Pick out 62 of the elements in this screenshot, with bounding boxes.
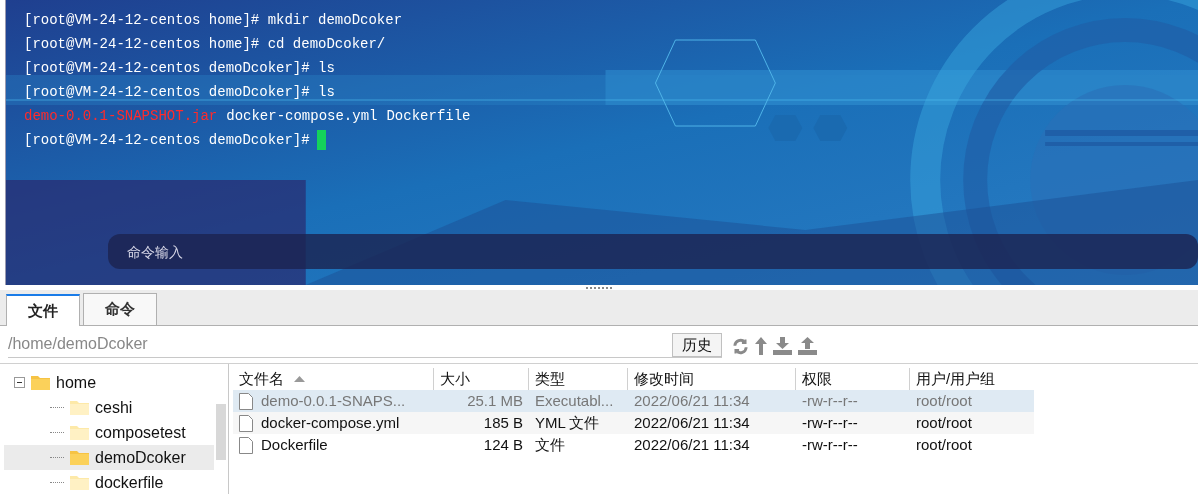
table-cell-text: -rw-r--r-- [802,412,858,433]
tab[interactable]: 命令 [83,293,157,325]
file-icon [239,414,253,432]
tree-item[interactable]: demoDcoker [4,445,214,470]
collapse-icon[interactable] [14,377,25,388]
scrollbar[interactable] [216,404,226,460]
table-cell-text: 124 B [483,434,523,455]
history-button[interactable]: 历史 [672,333,722,357]
table-cell-text: root/root [916,390,972,411]
splitter-handle[interactable] [586,286,612,289]
up-arrow-icon[interactable] [755,337,767,355]
table-cell-text: 2022/06/21 11:34 [634,434,750,455]
folder-icon [70,475,89,490]
terminal-text: [root@VM-24-12-centos home]# mkdir demoDcoker [24,10,403,30]
download-icon[interactable] [773,337,792,355]
table-cell-text: Dockerfile [261,434,328,455]
folder-icon [70,425,89,440]
sort-ascending-icon [294,376,305,382]
text-cursor [316,130,326,150]
upload-icon[interactable] [798,337,817,355]
table-cell-text: root/root [916,412,972,433]
column-header[interactable]: 修改时间 [634,367,694,391]
column-header[interactable]: 用户/用户组 [916,367,996,391]
command-input[interactable]: 命令输入 [108,234,1198,269]
table-cell-text: YML 文件 [535,412,600,433]
terminal-text: [root@VM-24-12-centos home]# cd demoDcoker/ [24,34,386,54]
column-header[interactable]: 大小 [440,367,470,391]
tree-item[interactable]: dockerfile [4,470,214,494]
terminal-text: [root@VM-24-12-centos demoDcoker]# ls [24,82,335,102]
table-cell-text: Executabl... [535,390,614,411]
file-row[interactable]: docker-compose.yml 185 B YML 文件 2022/06/21 11:34 -rw-r--r-- root/root [233,412,1034,434]
table-cell-text: root/root [916,434,972,455]
folder-icon [70,450,89,465]
terminal-text: Dockerfile [386,106,471,126]
tree-item[interactable]: composetest [4,420,214,445]
table-cell-text: -rw-r--r-- [802,434,858,455]
path-field[interactable]: /home/demoDcoker [8,332,672,357]
column-header[interactable]: 类型 [535,367,565,391]
folder-icon [70,400,89,415]
terminal-text: [root@VM-24-12-centos demoDcoker]# [24,130,310,150]
column-header[interactable]: 文件名 [239,367,284,391]
file-row[interactable]: Dockerfile 124 B 文件 2022/06/21 11:34 -rw-r--r-- root/root [233,434,1034,456]
tab[interactable]: 文件 [6,294,80,326]
file-row[interactable]: demo-0.0.1-SNAPS... 25.1 MB Executabl... 2022/06/21 11:34 -rw-r--r-- root/root [233,390,1034,412]
table-cell-text: 185 B [483,412,523,433]
folder-icon [31,375,50,390]
terminal-text: docker-compose.yml [226,106,378,126]
table-cell-text: 文件 [535,434,565,455]
terminal-text: [root@VM-24-12-centos demoDcoker]# ls [24,58,335,78]
table-cell-text: -rw-r--r-- [802,390,858,411]
table-cell-text: 2022/06/21 11:34 [634,412,750,433]
table-cell-text: 2022/06/21 11:34 [634,390,750,411]
terminal-text: demo-0.0.1-SNAPSHOT.jar [24,106,218,126]
tree-item[interactable]: ceshi [4,395,214,420]
table-cell-text: demo-0.0.1-SNAPS... [261,390,406,411]
file-icon [239,436,253,454]
column-header[interactable]: 权限 [802,367,832,391]
file-icon [239,392,253,410]
table-cell-text: docker-compose.yml [261,412,400,433]
tree-item[interactable]: home [4,370,214,395]
table-cell-text: 25.1 MB [467,390,523,411]
refresh-icon[interactable] [732,337,749,355]
